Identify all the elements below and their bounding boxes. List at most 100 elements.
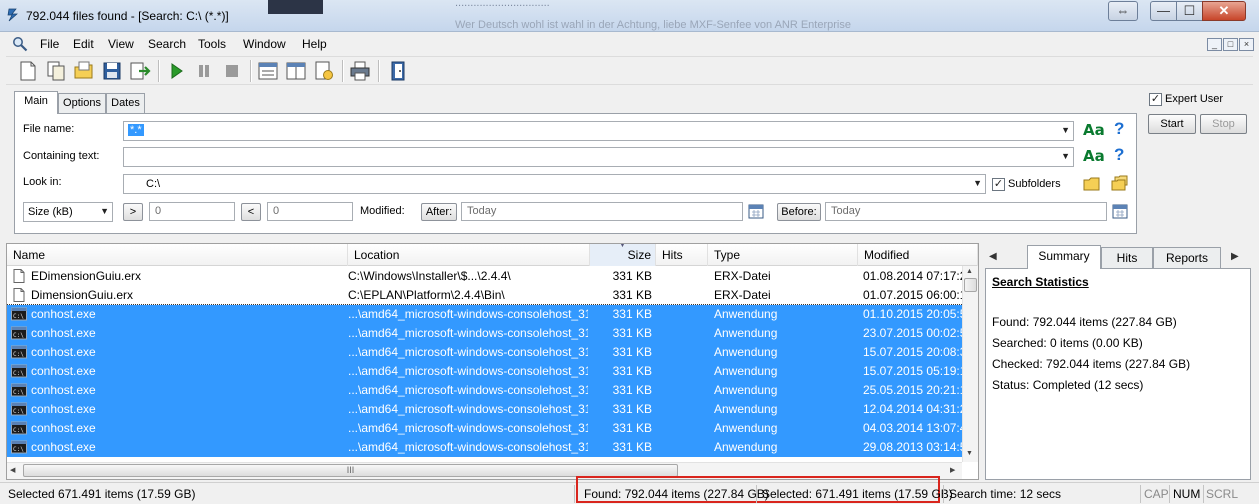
table-row[interactable]: C:\ conhost.exe ...\amd64_microsoft-window… — [7, 305, 962, 324]
vertical-scroll-thumb[interactable] — [964, 278, 977, 292]
table-row[interactable]: C:\ conhost.exe ...\amd64_microsoft-window… — [7, 362, 962, 381]
scroll-right-icon[interactable]: ▶ — [950, 466, 955, 474]
tab-options[interactable]: Options — [58, 93, 106, 113]
calendar-icon[interactable] — [1112, 203, 1128, 219]
cell-name: conhost.exe — [31, 383, 96, 397]
match-case-icon[interactable]: Aa — [1083, 121, 1105, 139]
table-row[interactable]: C:\ conhost.exe ...\amd64_microsoft-window… — [7, 343, 962, 362]
menu-file[interactable]: File — [40, 37, 59, 51]
subfolders-checkbox[interactable]: ✓ — [992, 178, 1005, 191]
mdi-minimize-button[interactable]: _ — [1207, 38, 1222, 51]
menu-help[interactable]: Help — [302, 37, 327, 51]
search-icon — [13, 37, 28, 52]
multiple-folders-icon[interactable] — [1111, 175, 1129, 192]
table-row[interactable]: C:\ conhost.exe ...\amd64_microsoft-window… — [7, 438, 962, 457]
tab-main[interactable]: Main — [14, 91, 58, 114]
status-num: NUM — [1173, 487, 1201, 501]
column-header-modified[interactable]: Modified — [858, 244, 978, 266]
stat-searched: Searched: 0 items (0.00 KB) — [992, 336, 1143, 350]
table-row[interactable]: C:\ conhost.exe ...\amd64_microsoft-window… — [7, 419, 962, 438]
close-button[interactable]: ✕ — [1202, 1, 1246, 21]
maximize-button[interactable]: ☐ — [1176, 1, 1203, 21]
expert-user-checkbox[interactable]: ✓ — [1149, 93, 1162, 106]
resize-toggle-button[interactable]: ⇔ — [1108, 1, 1138, 21]
tab-scroll-left-icon[interactable]: ◀ — [989, 251, 997, 262]
window-layout-icon[interactable] — [284, 59, 308, 83]
column-header-name[interactable]: Name — [7, 244, 348, 266]
browse-folder-icon[interactable] — [1083, 176, 1101, 192]
app-icon — [7, 8, 18, 22]
table-row[interactable]: C:\ conhost.exe ...\amd64_microsoft-window… — [7, 381, 962, 400]
tab-scroll-right-icon[interactable]: ▶ — [1231, 251, 1239, 262]
cell-hits — [663, 286, 708, 305]
after-button[interactable]: After: — [421, 203, 457, 221]
column-header-hits[interactable]: Hits — [656, 244, 708, 266]
stop-button[interactable]: Stop — [1200, 114, 1247, 134]
min-size-input[interactable]: 0 — [149, 202, 235, 221]
table-row[interactable]: C:\ conhost.exe ...\amd64_microsoft-window… — [7, 324, 962, 343]
file-name-combo[interactable]: *.* ▼ — [123, 121, 1074, 141]
start-button[interactable]: Start — [1148, 114, 1196, 134]
scroll-up-icon[interactable]: ▲ — [966, 268, 973, 275]
menu-view[interactable]: View — [108, 37, 134, 51]
containing-text-combo[interactable]: ▼ — [123, 147, 1074, 167]
print-icon[interactable] — [348, 59, 372, 83]
start-search-icon[interactable] — [164, 59, 188, 83]
tab-summary[interactable]: Summary — [1027, 245, 1101, 269]
pause-icon[interactable] — [192, 59, 216, 83]
max-size-input[interactable]: 0 — [267, 202, 353, 221]
save-icon[interactable] — [100, 59, 124, 83]
menu-tools[interactable]: Tools — [198, 37, 226, 51]
greater-than-button[interactable]: > — [123, 203, 143, 221]
svg-text:C:\: C:\ — [13, 332, 24, 339]
table-row[interactable]: DimensionGuiu.erx C:\EPLAN\Platform\2.4.4… — [7, 286, 962, 305]
chevron-down-icon[interactable]: ▼ — [1061, 151, 1070, 161]
menu-bar: File Edit View Search Tools Window Help … — [6, 33, 1254, 55]
calendar-icon[interactable] — [748, 203, 764, 219]
after-date-input[interactable]: Today — [461, 202, 743, 221]
help-icon[interactable]: ? — [1114, 145, 1124, 165]
size-unit-select[interactable]: Size (kB) ▼ — [23, 202, 113, 222]
cell-hits — [663, 305, 708, 324]
table-row[interactable]: C:\ conhost.exe ...\amd64_microsoft-window… — [7, 400, 962, 419]
cell-hits — [663, 362, 708, 381]
new-document-icon[interactable] — [16, 59, 40, 83]
mdi-restore-button[interactable]: □ — [1223, 38, 1238, 51]
before-button[interactable]: Before: — [777, 203, 821, 221]
look-in-value: C:\ — [146, 178, 161, 190]
export-icon[interactable] — [128, 59, 152, 83]
menu-window[interactable]: Window — [243, 37, 286, 51]
exit-door-icon[interactable] — [386, 59, 410, 83]
help-icon[interactable]: ? — [1114, 119, 1124, 139]
chevron-down-icon[interactable]: ▼ — [1061, 125, 1070, 135]
menu-edit[interactable]: Edit — [73, 37, 94, 51]
column-header-location[interactable]: Location — [348, 244, 590, 266]
chevron-down-icon[interactable]: ▼ — [100, 206, 109, 216]
tab-dates[interactable]: Dates — [106, 93, 145, 113]
toolbar-separator — [250, 60, 252, 82]
mdi-close-button[interactable]: × — [1239, 38, 1254, 51]
minimize-button[interactable]: — — [1150, 1, 1177, 21]
copy-documents-icon[interactable] — [44, 59, 68, 83]
before-date-input[interactable]: Today — [825, 202, 1107, 221]
scroll-left-icon[interactable]: ◀ — [10, 466, 15, 474]
cell-name: DimensionGuiu.erx — [31, 288, 134, 302]
stop-icon[interactable] — [220, 59, 244, 83]
menu-search[interactable]: Search — [148, 37, 186, 51]
table-row[interactable]: EDimensionGuiu.erx C:\Windows\Installer\$… — [7, 267, 962, 286]
match-case-icon[interactable]: Aa — [1083, 147, 1105, 165]
tab-reports[interactable]: Reports — [1153, 247, 1221, 269]
look-in-combo[interactable]: C:\ ▼ — [123, 174, 986, 194]
tab-content-main: File name: *.* ▼ Aa ? Containing text: ▼… — [14, 113, 1137, 234]
less-than-button[interactable]: < — [241, 203, 261, 221]
open-folder-icon[interactable] — [72, 59, 96, 83]
side-panel: ◀ Summary Hits Reports ▶ Search Statisti… — [983, 243, 1253, 480]
column-header-type[interactable]: Type — [708, 244, 858, 266]
cell-location: ...\amd64_microsoft-windows-consolehost_… — [348, 421, 588, 435]
vertical-scrollbar[interactable]: ▲ ▼ — [962, 266, 978, 462]
scroll-down-icon[interactable]: ▼ — [966, 450, 973, 457]
properties-icon[interactable] — [312, 59, 336, 83]
list-view-icon[interactable] — [256, 59, 280, 83]
chevron-down-icon[interactable]: ▼ — [973, 178, 982, 188]
tab-hits[interactable]: Hits — [1101, 247, 1153, 269]
